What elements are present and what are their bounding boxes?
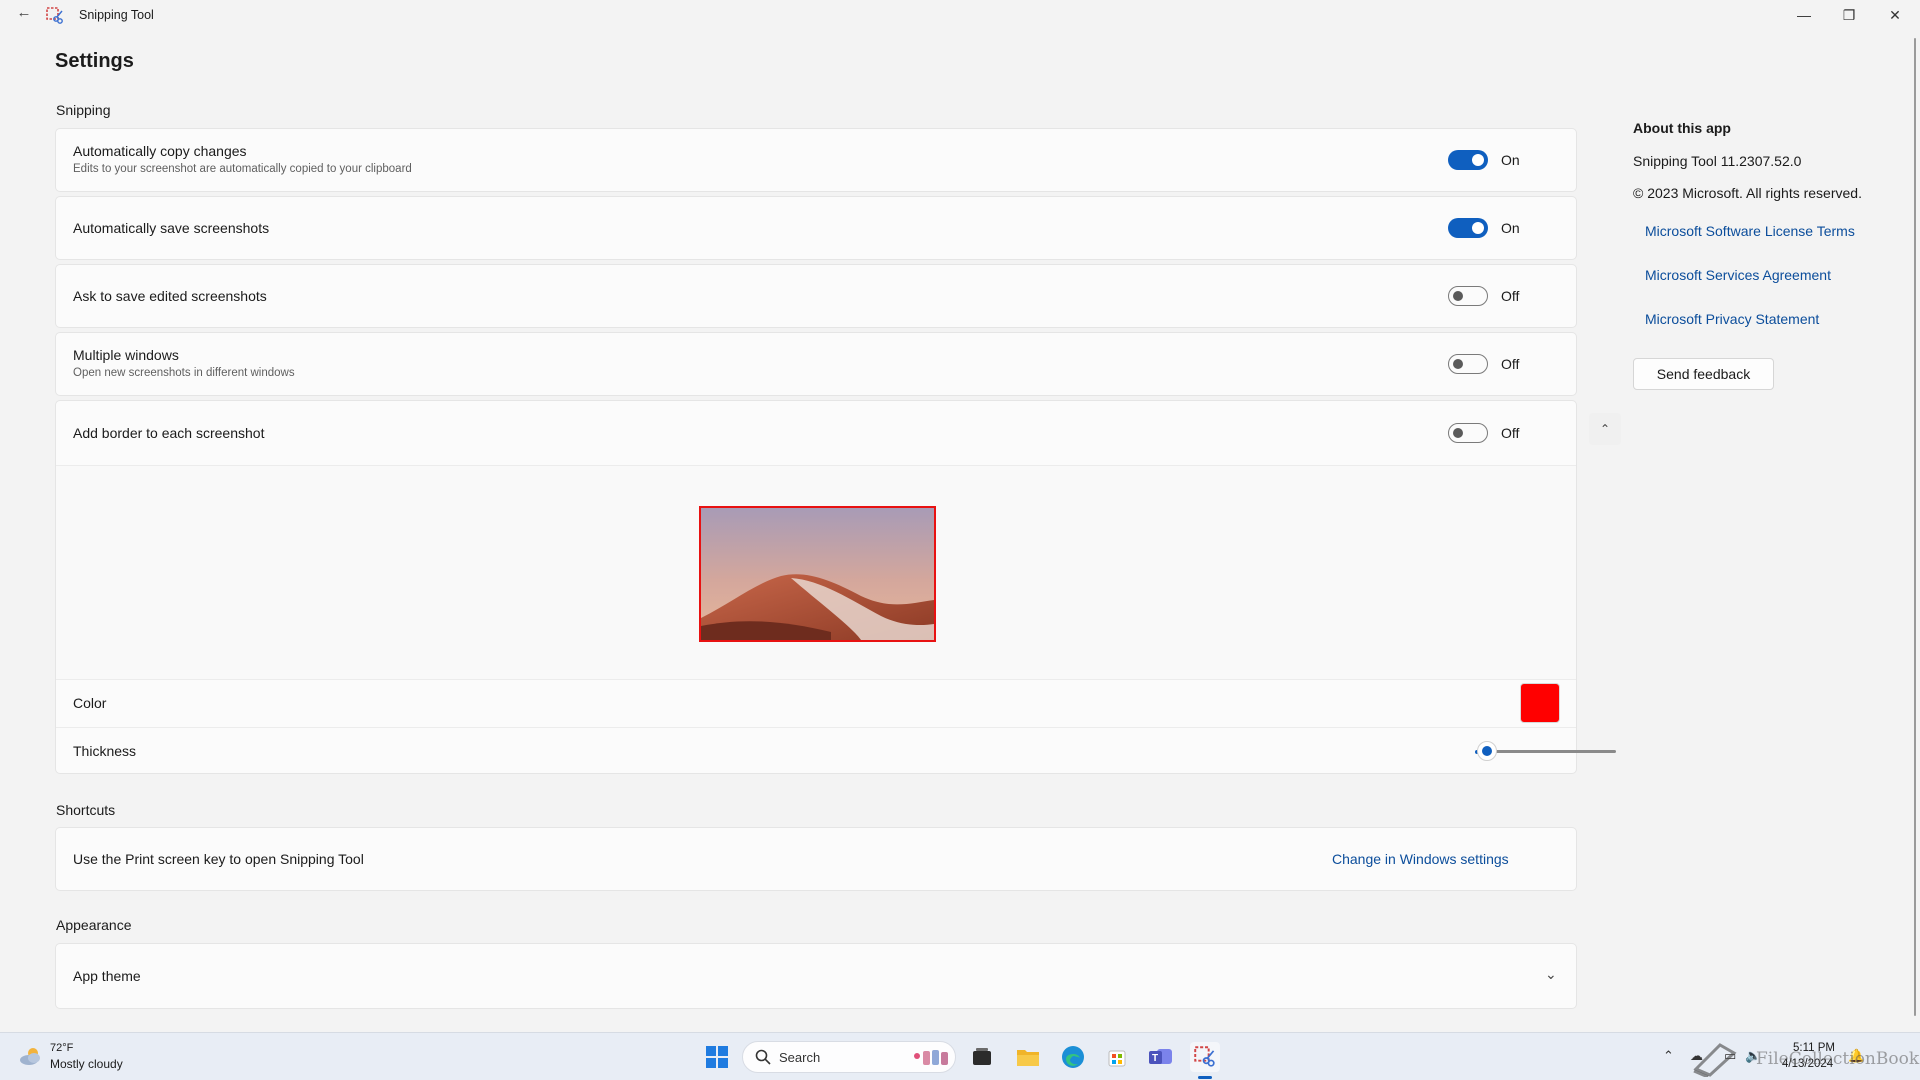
ask-save-state: Off <box>1501 288 1520 304</box>
thickness-slider-thumb[interactable] <box>1477 741 1497 761</box>
setting-auto-copy: Automatically copy changes Edits to your… <box>55 128 1577 192</box>
search-label: Search <box>779 1050 821 1065</box>
teams-icon: T <box>1149 1049 1172 1064</box>
setting-title: Multiple windows <box>73 347 179 363</box>
snipping-tool-taskbar-button[interactable] <box>1190 1042 1220 1072</box>
section-label-shortcuts: Shortcuts <box>56 802 116 818</box>
edge-browser-button[interactable] <box>1058 1042 1088 1072</box>
toggle-knob <box>1472 154 1484 166</box>
border-preview-area <box>56 465 1576 679</box>
color-label: Color <box>73 695 107 711</box>
toggle-knob <box>1472 222 1484 234</box>
change-in-windows-settings-link[interactable]: Change in Windows settings <box>1332 851 1509 867</box>
file-explorer-button[interactable] <box>1013 1042 1043 1072</box>
start-button[interactable] <box>702 1042 732 1072</box>
thickness-slider-track[interactable] <box>1484 750 1616 753</box>
auto-save-toggle[interactable] <box>1448 218 1488 238</box>
add-border-state: Off <box>1501 425 1520 441</box>
toggle-knob <box>1453 359 1463 369</box>
folder-icon <box>1017 1050 1039 1066</box>
weather-description: Mostly cloudy <box>50 1057 123 1071</box>
color-swatch-button[interactable] <box>1520 683 1560 723</box>
setting-title: Automatically copy changes <box>73 143 247 159</box>
setting-add-border: Add border to each screenshot Off ⌃ Colo… <box>55 400 1621 774</box>
maximize-button[interactable]: ❐ <box>1826 0 1872 30</box>
ask-save-toggle[interactable] <box>1448 286 1488 306</box>
divider <box>56 727 1576 728</box>
search-icon <box>755 1049 771 1065</box>
license-terms-link[interactable]: Microsoft Software License Terms <box>1645 223 1855 239</box>
setting-title: Automatically save screenshots <box>73 220 270 236</box>
page-title: Settings <box>55 50 134 72</box>
setting-title: Add border to each screenshot <box>73 425 265 441</box>
book-watermark-icon <box>1693 1043 1737 1077</box>
about-heading: About this app <box>1633 120 1731 136</box>
store-icon <box>1108 1050 1126 1067</box>
task-view-icon <box>973 1048 991 1065</box>
app-version: Snipping Tool 11.2307.52.0 <box>1633 153 1802 169</box>
add-border-toggle[interactable] <box>1448 423 1488 443</box>
svg-text:T: T <box>1152 1053 1158 1064</box>
setting-print-screen: Use the Print screen key to open Snippin… <box>55 827 1577 891</box>
weather-temperature: 72°F <box>50 1042 74 1054</box>
scrollbar[interactable] <box>1914 38 1916 1016</box>
title-bar: ← Snipping Tool — ❐ ✕ <box>0 0 1920 30</box>
chevron-up-icon: ⌃ <box>1599 422 1611 436</box>
setting-app-theme[interactable]: App theme ⌄ <box>55 943 1577 1009</box>
services-agreement-link[interactable]: Microsoft Services Agreement <box>1645 267 1831 283</box>
copyright-text: © 2023 Microsoft. All rights reserved. <box>1633 185 1862 201</box>
setting-title: App theme <box>73 968 141 984</box>
auto-save-state: On <box>1501 220 1520 236</box>
border-preview-image <box>699 506 936 642</box>
section-label-snipping: Snipping <box>56 102 111 118</box>
landscape-image <box>701 508 934 640</box>
watermark: FileCollectionBook <box>1690 1039 1920 1079</box>
toggle-knob <box>1453 428 1463 438</box>
task-view-button[interactable] <box>967 1042 997 1072</box>
teams-button[interactable]: T <box>1146 1042 1176 1072</box>
minimize-button[interactable]: — <box>1781 0 1827 30</box>
weather-cloudy-icon <box>20 1048 40 1065</box>
taskbar-search-box[interactable]: Search <box>742 1041 956 1073</box>
section-label-appearance: Appearance <box>56 917 132 933</box>
collapse-chevron-button[interactable]: ⌃ <box>1589 413 1621 445</box>
setting-multiple-windows: Multiple windows Open new screenshots in… <box>55 332 1577 396</box>
setting-description: Edits to your screenshot are automatical… <box>73 163 412 175</box>
snipping-tool-app-icon <box>46 7 63 24</box>
edge-browser-icon <box>1062 1046 1084 1068</box>
chevron-down-icon: ⌄ <box>1545 966 1557 982</box>
privacy-statement-link[interactable]: Microsoft Privacy Statement <box>1645 311 1819 327</box>
setting-title: Use the Print screen key to open Snippin… <box>73 851 364 867</box>
windows-logo-icon <box>706 1046 728 1068</box>
watermark-text: FileCollectionBook <box>1756 1049 1920 1069</box>
auto-copy-state: On <box>1501 152 1520 168</box>
auto-copy-toggle[interactable] <box>1448 150 1488 170</box>
setting-auto-save: Automatically save screenshots On <box>55 196 1577 260</box>
snipping-tool-icon <box>1194 1046 1215 1067</box>
chevron-up-tray-icon[interactable]: ⌃ <box>1663 1048 1674 1064</box>
setting-title: Ask to save edited screenshots <box>73 288 267 304</box>
app-title: Snipping Tool <box>79 8 154 22</box>
send-feedback-button[interactable]: Send feedback <box>1633 358 1774 390</box>
active-app-indicator <box>1198 1076 1212 1079</box>
toggle-knob <box>1453 291 1463 301</box>
divider <box>56 679 1576 680</box>
setting-ask-save: Ask to save edited screenshots Off <box>55 264 1577 328</box>
store-button[interactable] <box>1102 1042 1132 1072</box>
setting-description: Open new screenshots in different window… <box>73 367 295 379</box>
taskbar: 72°F Mostly cloudy Search T ⌃ ☁ ▭ 🔈 5:11… <box>0 1032 1920 1080</box>
multiple-windows-state: Off <box>1501 356 1520 372</box>
multiple-windows-toggle[interactable] <box>1448 354 1488 374</box>
back-button[interactable]: ← <box>12 1 36 23</box>
close-button[interactable]: ✕ <box>1872 0 1918 30</box>
thickness-label: Thickness <box>73 743 137 759</box>
search-highlight-icon <box>914 1050 948 1065</box>
